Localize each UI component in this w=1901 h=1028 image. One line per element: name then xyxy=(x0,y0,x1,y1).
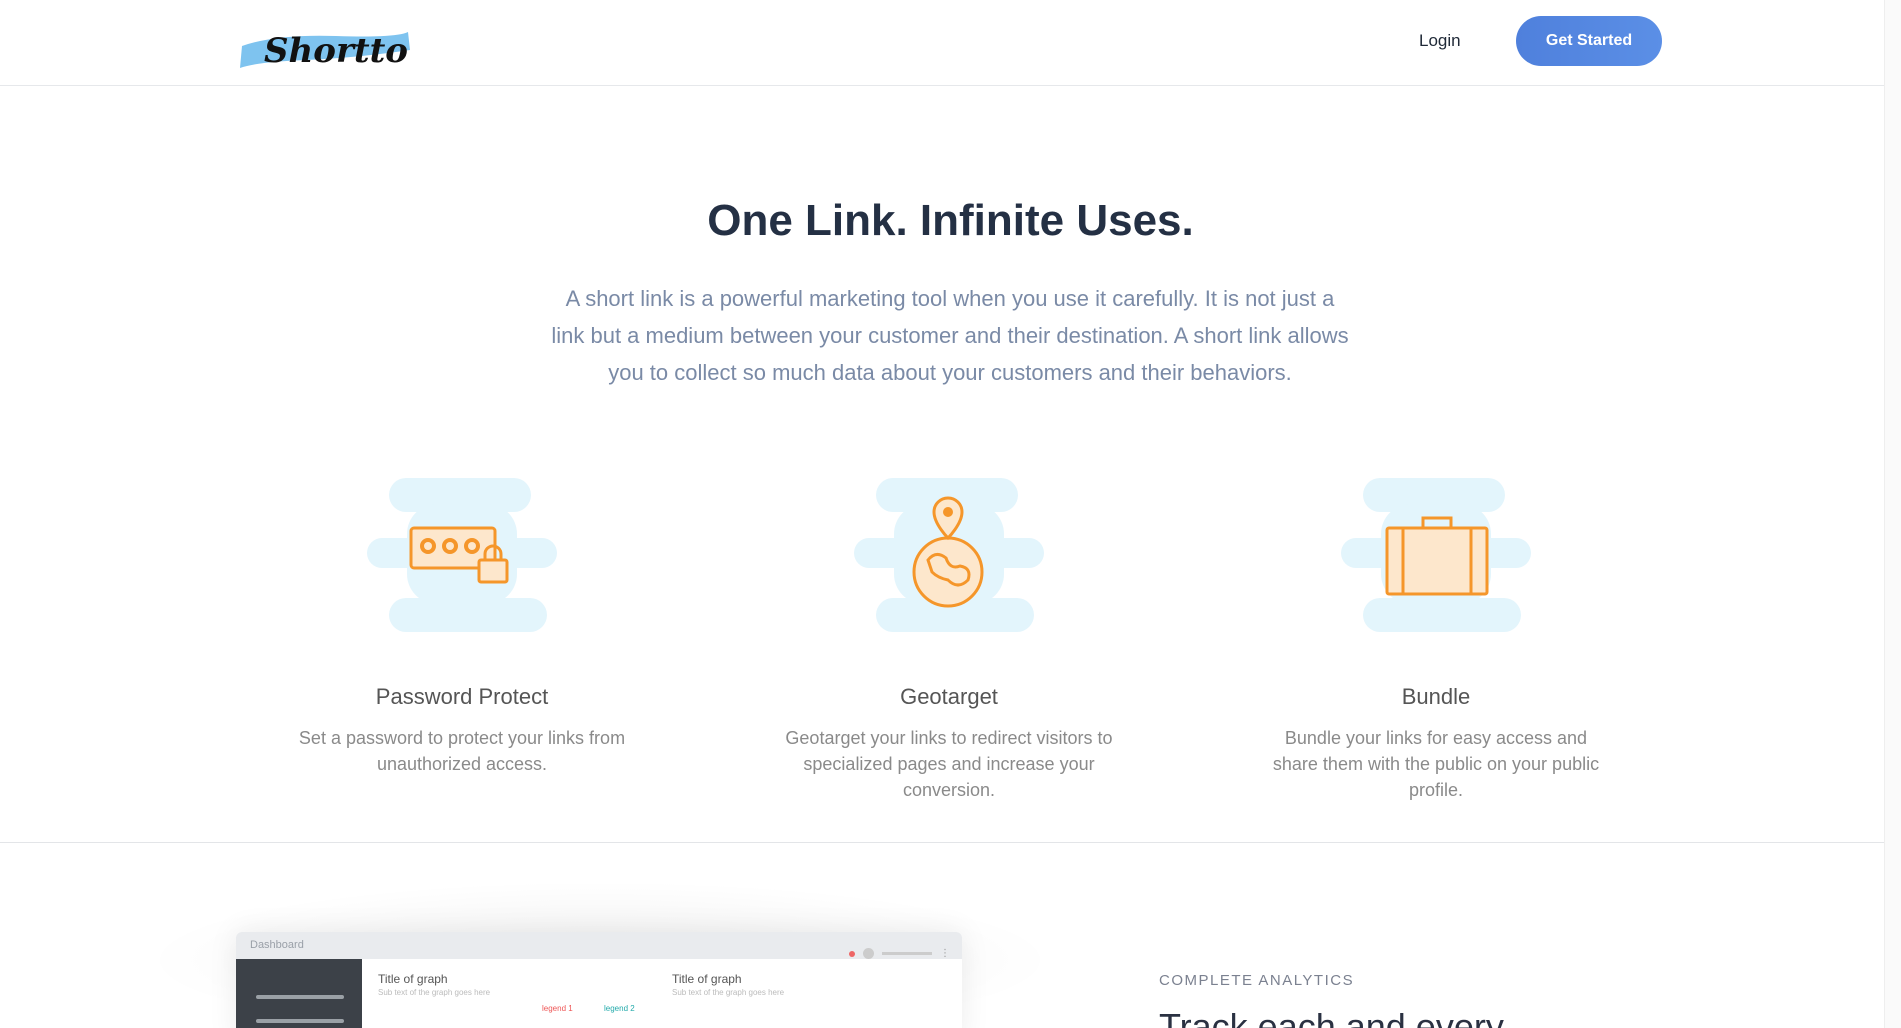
feature-description: Bundle your links for easy access and sh… xyxy=(1272,728,1600,800)
user-name-placeholder xyxy=(882,952,932,955)
dashboard-sidebar xyxy=(236,959,362,1028)
shortto-logo[interactable]: Shortto xyxy=(236,20,412,76)
sidebar-line xyxy=(256,995,344,999)
graph-subtitle: Sub text of the graph goes here xyxy=(672,988,785,997)
geotarget-icon xyxy=(854,474,1044,636)
dashboard-preview-image: Dashboard ⋮ Title of graph Sub text of t… xyxy=(236,932,962,1028)
feature-title: Password Protect xyxy=(375,684,549,709)
feature-description: Geotarget your links to redirect visitor… xyxy=(785,728,1113,800)
feature-description: Set a password to protect your links fro… xyxy=(298,728,626,774)
feature-bundle: Bundle Bundle your links for easy access… xyxy=(1246,474,1626,803)
graph-subtitle: Sub text of the graph goes here xyxy=(378,988,491,997)
legend-2: legend 2 xyxy=(604,1004,635,1013)
legend-1: legend 1 xyxy=(542,1004,573,1013)
site-header: Shortto Login Get Started xyxy=(0,0,1901,86)
get-started-button[interactable]: Get Started xyxy=(1516,16,1662,66)
feature-title: Bundle xyxy=(1401,684,1471,709)
dashboard-titlebar: Dashboard ⋮ xyxy=(236,932,962,959)
dashboard-window-title: Dashboard xyxy=(250,939,304,951)
briefcase-icon xyxy=(1341,474,1531,636)
password-protect-icon xyxy=(367,474,557,636)
sidebar-line xyxy=(256,1019,344,1023)
page-scrollbar[interactable] xyxy=(1884,0,1901,1028)
feature-title: Geotarget xyxy=(900,684,998,709)
svg-text:Shortto: Shortto xyxy=(264,31,408,71)
graph-title: Title of graph xyxy=(378,972,448,986)
more-icon: ⋮ xyxy=(940,948,950,959)
analytics-title: Track each and every xyxy=(1159,1006,1504,1028)
hero-title: One Link. Infinite Uses. xyxy=(707,196,1194,245)
feature-geotarget: Geotarget Geotarget your links to redire… xyxy=(759,474,1139,803)
graph-title: Title of graph xyxy=(672,972,742,986)
analytics-label: COMPLETE ANALYTICS xyxy=(1159,972,1355,989)
section-divider xyxy=(0,842,1884,843)
feature-password-protect: Password Protect Set a password to prote… xyxy=(272,474,652,777)
avatar xyxy=(863,948,874,959)
notification-icon xyxy=(849,950,855,957)
login-link[interactable]: Login xyxy=(1419,27,1461,55)
hero-description: A short link is a powerful marketing too… xyxy=(551,286,1349,385)
